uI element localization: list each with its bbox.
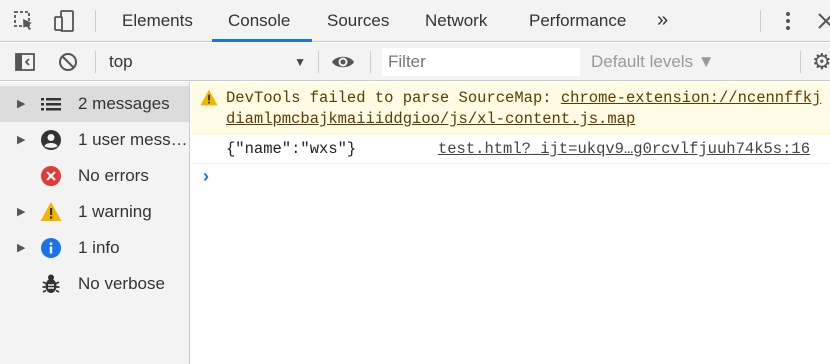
sidebar-item-label: 1 user mess… — [78, 130, 186, 149]
toolbar-divider — [800, 51, 801, 73]
sidebar-item-verbose[interactable]: No verbose — [0, 266, 189, 302]
clear-console-icon[interactable] — [56, 50, 80, 74]
sidebar-item-label: No verbose — [78, 274, 165, 293]
warning-text: DevTools failed to parse SourceMap: chro… — [226, 88, 826, 130]
console-toolbar: top ▼ Default levels ▼ ⚙ — [0, 43, 830, 81]
tab-performance[interactable]: Performance — [529, 0, 626, 42]
tab-sources[interactable]: Sources — [327, 0, 389, 42]
bug-icon — [40, 273, 62, 295]
console-prompt-input[interactable] — [226, 168, 816, 190]
sidebar-item-label: No errors — [78, 166, 149, 185]
sidebar-item-info[interactable]: ▶ 1 info — [0, 230, 189, 266]
sidebar-item-label: 2 messages — [78, 94, 170, 113]
devtools-tabbar: Elements Console Sources Network Perform… — [0, 0, 830, 42]
warning-icon — [200, 89, 218, 107]
dropdown-arrow-icon: ▼ — [294, 55, 306, 69]
expand-caret-icon[interactable]: ▶ — [17, 230, 25, 266]
log-levels-dropdown[interactable]: Default levels ▼ — [591, 43, 715, 81]
live-expression-eye-icon[interactable] — [331, 50, 355, 74]
console-output: DevTools failed to parse SourceMap: chro… — [191, 82, 830, 364]
info-icon — [40, 237, 62, 259]
list-icon — [40, 93, 62, 115]
device-toolbar-icon[interactable] — [52, 9, 76, 33]
toolbar-divider — [370, 51, 371, 73]
toolbar-divider — [760, 10, 761, 32]
toolbar-divider — [318, 51, 319, 73]
sidebar-item-label: 1 warning — [78, 202, 152, 221]
sidebar-item-warnings[interactable]: ▶ 1 warning — [0, 194, 189, 230]
tab-network[interactable]: Network — [425, 0, 487, 42]
log-text: {"name":"wxs"} — [226, 140, 357, 158]
more-tabs-button[interactable]: » — [657, 0, 668, 42]
warning-prefix: DevTools failed to parse SourceMap: — [226, 89, 561, 107]
log-message: {"name":"wxs"} test.html?_ijt=ukqv9…g0rc… — [191, 135, 830, 164]
expand-caret-icon[interactable]: ▶ — [17, 86, 25, 122]
kebab-menu-icon[interactable] — [776, 9, 800, 33]
expand-caret-icon[interactable]: ▶ — [17, 194, 25, 230]
console-prompt-icon: › — [203, 166, 209, 186]
context-select-value: top — [109, 52, 133, 71]
warning-icon — [40, 201, 62, 223]
sidebar-item-messages[interactable]: ▶ 2 messages — [0, 86, 189, 122]
console-sidebar: ▶ 2 messages ▶ 1 user mess… No errors ▶ … — [0, 82, 190, 364]
tab-console[interactable]: Console — [228, 0, 290, 42]
filter-input[interactable] — [382, 48, 580, 76]
close-devtools-icon[interactable] — [814, 9, 830, 33]
gear-icon[interactable]: ⚙ — [812, 43, 830, 81]
context-select[interactable]: top ▼ — [100, 43, 312, 81]
user-icon — [40, 129, 62, 151]
sidebar-item-user-messages[interactable]: ▶ 1 user mess… — [0, 122, 189, 158]
toolbar-divider — [95, 10, 96, 32]
tab-elements[interactable]: Elements — [122, 0, 193, 42]
active-tab-indicator — [212, 39, 312, 42]
sidebar-item-label: 1 info — [78, 238, 120, 257]
warning-message: DevTools failed to parse SourceMap: chro… — [191, 82, 830, 134]
sidebar-item-errors[interactable]: No errors — [0, 158, 189, 194]
expand-caret-icon[interactable]: ▶ — [17, 122, 25, 158]
error-icon — [40, 165, 62, 187]
log-source-link[interactable]: test.html?_ijt=ukqv9…g0rcvlfjuuh74k5s:16 — [438, 140, 810, 158]
toolbar-divider — [95, 51, 96, 73]
sidebar-toggle-icon[interactable] — [13, 50, 37, 74]
inspect-element-icon[interactable] — [12, 9, 36, 33]
